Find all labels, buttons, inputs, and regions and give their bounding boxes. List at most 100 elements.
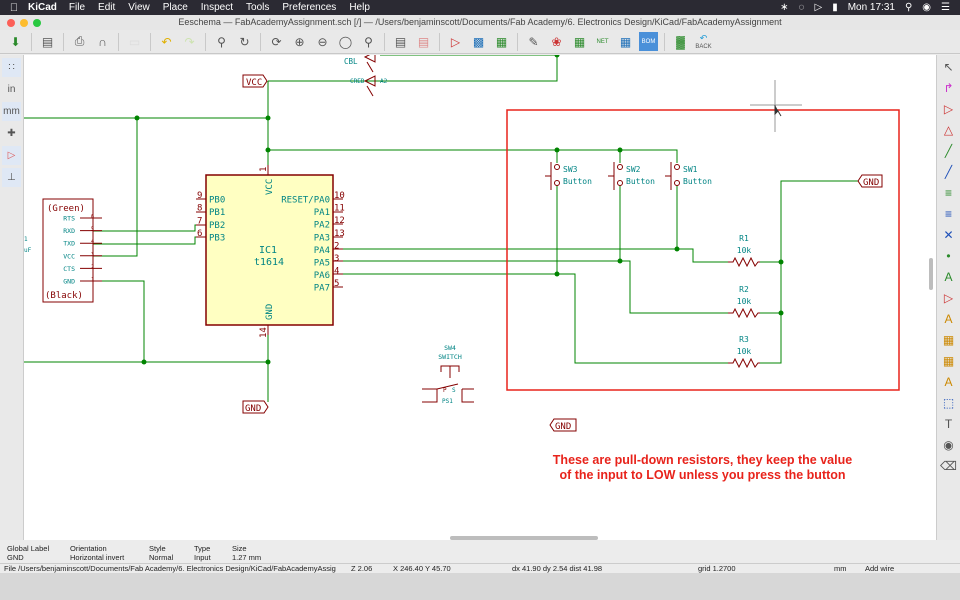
spotlight-icon[interactable]: ⚲ <box>905 2 912 13</box>
gnd-global-label[interactable]: GND <box>242 400 269 414</box>
pushbutton-sw3[interactable]: SW3 Button <box>545 162 592 190</box>
zoom-window-button[interactable] <box>33 19 41 27</box>
zoom-fit-icon[interactable]: ◯ <box>336 32 355 51</box>
horizontal-scrollbar[interactable] <box>450 536 598 540</box>
volume-icon[interactable]: ▷ <box>814 2 822 13</box>
zoom-selection-icon[interactable]: ⚲ <box>359 32 378 51</box>
menu-help[interactable]: Help <box>349 2 370 13</box>
right-toolbar: ↖ ↱ ▷ △ ╱ ╱ ≡ ≡ ✕ • A ▷ A ▦ ▦ A ⬚ T ◉ ⌫ <box>936 55 960 540</box>
zoom-out-icon[interactable]: ⊖ <box>313 32 332 51</box>
add-text-icon[interactable]: T <box>939 414 958 433</box>
resistor-r3[interactable]: R310k <box>728 335 760 369</box>
pushbutton-sw2[interactable]: SW2 Button <box>608 162 655 190</box>
grid-toggle-icon[interactable]: ∷ <box>2 58 21 77</box>
add-global-label-icon[interactable]: ▷ <box>939 288 958 307</box>
sw4-switch[interactable]: SW4 SWITCH P S PS1 <box>422 344 474 405</box>
add-graphic-lines-icon[interactable]: ⬚ <box>939 393 958 412</box>
bom-table-icon[interactable]: ▦ <box>616 32 635 51</box>
add-power-icon[interactable]: △ <box>939 120 958 139</box>
annotation-text-line2[interactable]: of the input to LOW unless you press the… <box>505 467 900 483</box>
add-sheet-pin-icon[interactable]: A <box>939 372 958 391</box>
wire-bus-entry-icon[interactable]: ≡ <box>939 183 958 202</box>
ic1-symbol[interactable]: IC1 t1614 VCC GND 1 14 PB0 9 PB1 8 PB2 7 PB3 6 R… <box>196 165 345 338</box>
footprint-editor-icon[interactable]: ▦ <box>492 32 511 51</box>
resistor-ref: R2 <box>739 285 749 294</box>
menu-view[interactable]: View <box>128 2 150 13</box>
hierarchy-navigator-icon[interactable]: ▤ <box>391 32 410 51</box>
connector-pin-name: RXD <box>63 227 75 235</box>
junction <box>134 115 140 121</box>
find-replace-icon[interactable]: ↻ <box>235 32 254 51</box>
add-junction-icon[interactable]: • <box>939 246 958 265</box>
resistor-r1[interactable]: R110k <box>728 234 760 268</box>
leave-sheet-icon[interactable]: ▤ <box>414 32 433 51</box>
annotation-text-line1[interactable]: These are pull-down resistors, they keep… <box>505 452 900 468</box>
select-arrow-icon[interactable]: ↖ <box>939 57 958 76</box>
pushbutton-sw1[interactable]: SW1 Button <box>665 162 712 190</box>
page-settings-icon[interactable]: ▤ <box>38 32 57 51</box>
app-menu[interactable]: KiCad <box>28 2 57 13</box>
erc-icon[interactable]: ❀ <box>547 32 566 51</box>
import-sheet-pin-icon[interactable]: ▦ <box>939 351 958 370</box>
menu-inspect[interactable]: Inspect <box>201 2 233 13</box>
add-sheet-icon[interactable]: ▦ <box>939 330 958 349</box>
menu-edit[interactable]: Edit <box>98 2 115 13</box>
vertical-scrollbar[interactable] <box>929 258 933 290</box>
bluetooth-icon[interactable]: ∗ <box>780 2 788 13</box>
resistor-ref: R3 <box>739 335 749 344</box>
add-label-icon[interactable]: A <box>939 267 958 286</box>
annotate-icon[interactable]: ✎ <box>524 32 543 51</box>
junction <box>554 52 560 58</box>
units-mm-button[interactable]: mm <box>2 102 21 121</box>
zoom-in-icon[interactable]: ⊕ <box>290 32 309 51</box>
assign-footprints-icon[interactable]: ▦ <box>570 32 589 51</box>
add-symbol-icon[interactable]: ▷ <box>939 99 958 118</box>
units-inch-button[interactable]: in <box>2 80 21 99</box>
add-image-icon[interactable]: ◉ <box>939 435 958 454</box>
find-icon[interactable]: ⚲ <box>212 32 231 51</box>
delete-icon[interactable]: ⌫ <box>939 456 958 475</box>
menu-place[interactable]: Place <box>163 2 188 13</box>
back-annotate-button[interactable]: ↶ BACK <box>694 32 713 51</box>
highlight-net-icon[interactable]: ↱ <box>939 78 958 97</box>
netlist-icon[interactable]: NET <box>593 32 612 51</box>
symbol-editor-icon[interactable]: ▷ <box>446 32 465 51</box>
wifi-icon[interactable]: ◌ <box>799 2 805 13</box>
pcbnew-icon[interactable]: ▓ <box>671 32 690 51</box>
close-window-button[interactable] <box>7 19 15 27</box>
annotation-rectangle[interactable] <box>506 109 900 391</box>
clock[interactable]: Mon 17:31 <box>848 2 895 13</box>
ic-pin-name: PB1 <box>209 208 225 218</box>
gnd-global-label-3[interactable]: GND <box>857 174 883 188</box>
siri-icon[interactable]: ◉ <box>922 2 931 13</box>
plot-icon[interactable]: ∩ <box>93 32 112 51</box>
add-bus-icon[interactable]: ╱ <box>939 162 958 181</box>
add-hier-label-icon[interactable]: A <box>939 309 958 328</box>
apple-icon[interactable]:  <box>0 2 28 14</box>
hidden-pins-icon[interactable]: ▷ <box>2 146 21 165</box>
battery-icon[interactable]: ▮ <box>832 2 838 13</box>
print-icon[interactable]: ⎙ <box>70 32 89 51</box>
vcc-global-label[interactable]: VCC <box>242 74 268 88</box>
notification-center-icon[interactable]: ☰ <box>941 2 950 13</box>
switch-value: Button <box>563 177 592 186</box>
menu-file[interactable]: File <box>69 2 85 13</box>
minimize-window-button[interactable] <box>20 19 28 27</box>
bus-bus-entry-icon[interactable]: ≡ <box>939 204 958 223</box>
wire-angle-icon[interactable]: ⊥ <box>2 168 21 187</box>
save-icon[interactable]: ⬇ <box>6 32 25 51</box>
undo-icon[interactable]: ↶ <box>157 32 176 51</box>
menu-tools[interactable]: Tools <box>246 2 269 13</box>
menu-preferences[interactable]: Preferences <box>282 2 336 13</box>
no-connect-icon[interactable]: ✕ <box>939 225 958 244</box>
redraw-icon[interactable]: ⟳ <box>267 32 286 51</box>
add-wire-icon[interactable]: ╱ <box>939 141 958 160</box>
paste-icon[interactable]: ▭ <box>125 32 144 51</box>
gnd-global-label-2[interactable]: GND <box>549 418 577 432</box>
ftdi-connector[interactable]: (Green) (Black) RTS 6 RXD 5 TXD 4 VCC 3 CTS 2 GND 1 <box>42 198 102 303</box>
cursor-shape-icon[interactable]: ✚ <box>2 124 21 143</box>
symbol-browser-icon[interactable]: ▩ <box>469 32 488 51</box>
bom-icon[interactable]: BOM <box>639 32 658 51</box>
resistor-r2[interactable]: R210k <box>728 285 760 319</box>
redo-icon[interactable]: ↷ <box>180 32 199 51</box>
